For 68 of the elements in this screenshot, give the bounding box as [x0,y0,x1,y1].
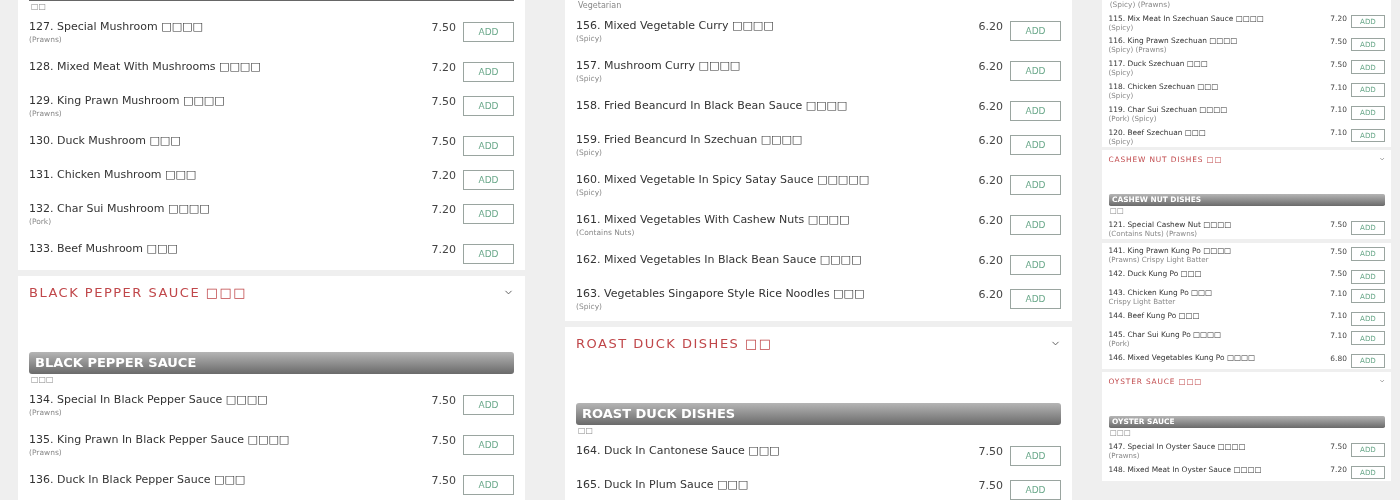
add-button[interactable]: ADD [463,170,514,190]
dish-name: 128. Mixed Meat With Mushrooms □□□□ [29,60,262,73]
dish-price: 7.50 [431,94,456,108]
dish-name: 132. Char Sui Mushroom □□□□ [29,202,211,215]
dish-name: 129. King Prawn Mushroom □□□□ [29,94,226,107]
dish-price: 6.20 [978,173,1003,187]
dish-name: 131. Chicken Mushroom □□□ [29,168,198,181]
add-button[interactable]: ADD [1010,175,1061,195]
add-button[interactable]: ADD [463,96,514,116]
dish-price: 7.50 [431,393,456,407]
dish-price: 6.20 [978,133,1003,147]
add-button[interactable]: ADD [1010,61,1061,81]
dish-price: 6.20 [978,287,1003,301]
section-heading[interactable]: BLACK PEPPER SAUCE □□□ [29,284,248,300]
add-button[interactable]: ADD [463,22,514,42]
dish-price: 7.20 [431,60,456,74]
dish-name: 134. Special In Black Pepper Sauce □□□□ [29,393,269,406]
dish-price: 7.20 [431,242,456,256]
section-note: □□□ [30,374,55,386]
section-note: Vegetarian [577,0,623,12]
section-note: □□ [30,1,48,13]
add-button[interactable]: ADD [1010,101,1061,121]
dish-name: 164. Duck In Cantonese Sauce □□□ [576,444,781,457]
add-button[interactable]: ADD [463,475,514,495]
dish-name: 127. Special Mushroom □□□□ [29,20,204,33]
add-button[interactable]: ADD [1010,289,1061,309]
dish-price: 7.50 [431,20,456,34]
dish-name: 135. King Prawn In Black Pepper Sauce □□□□ [29,433,291,446]
dish-price: 6.20 [978,59,1003,73]
dish-name: 159. Fried Beancurd In Szechuan □□□□ [576,133,804,146]
dish-price: 7.50 [978,444,1003,458]
dish-name: 162. Mixed Vegetables In Black Bean Sauce □□□□ [576,253,863,266]
add-button[interactable]: ADD [463,244,514,264]
dish-name: 130. Duck Mushroom □□□ [29,134,182,147]
add-button[interactable]: ADD [463,395,514,415]
dish-name: 163. Vegetables Singapore Style Rice Noodles □□□ [576,287,866,300]
dish-price: 7.20 [431,168,456,182]
dish-name: 133. Beef Mushroom □□□ [29,242,179,255]
dish-price: 7.20 [431,202,456,216]
add-button[interactable]: ADD [463,62,514,82]
add-button[interactable]: ADD [1010,255,1061,275]
dish-price: 7.50 [978,478,1003,492]
section-heading[interactable]: ROAST DUCK DISHES □□ [576,335,773,351]
dish-name: 158. Fried Beancurd In Black Bean Sauce □□□□ [576,99,849,112]
section-banner: BLACK PEPPER SAUCE [29,352,514,374]
dish-price: 6.20 [978,99,1003,113]
dish-name: 156. Mixed Vegetable Curry □□□□ [576,19,775,32]
add-button[interactable]: ADD [463,435,514,455]
dish-price: 6.20 [978,253,1003,267]
add-button[interactable]: ADD [1010,480,1061,500]
dish-price: 6.20 [978,19,1003,33]
dish-name: 136. Duck In Black Pepper Sauce □□□ [29,473,247,486]
dish-name: 165. Duck In Plum Sauce □□□ [576,478,750,491]
add-button[interactable]: ADD [1010,21,1061,41]
add-button[interactable]: ADD [463,204,514,224]
dish-price: 7.50 [431,473,456,487]
section-banner: ROAST DUCK DISHES [576,403,1061,425]
dish-price: 7.50 [431,433,456,447]
add-button[interactable]: ADD [1010,215,1061,235]
dish-name: 157. Mushroom Curry □□□□ [576,59,742,72]
dish-name: 161. Mixed Vegetables With Cashew Nuts □□□□ [576,213,851,226]
add-button[interactable]: ADD [463,136,514,156]
dish-price: 6.20 [978,213,1003,227]
dish-name: 160. Mixed Vegetable In Spicy Satay Sauce □□□□□ [576,173,871,186]
dish-price: 7.50 [431,134,456,148]
add-button[interactable]: ADD [1010,135,1061,155]
add-button[interactable]: ADD [1010,446,1061,466]
section-note: □□ [577,425,595,437]
